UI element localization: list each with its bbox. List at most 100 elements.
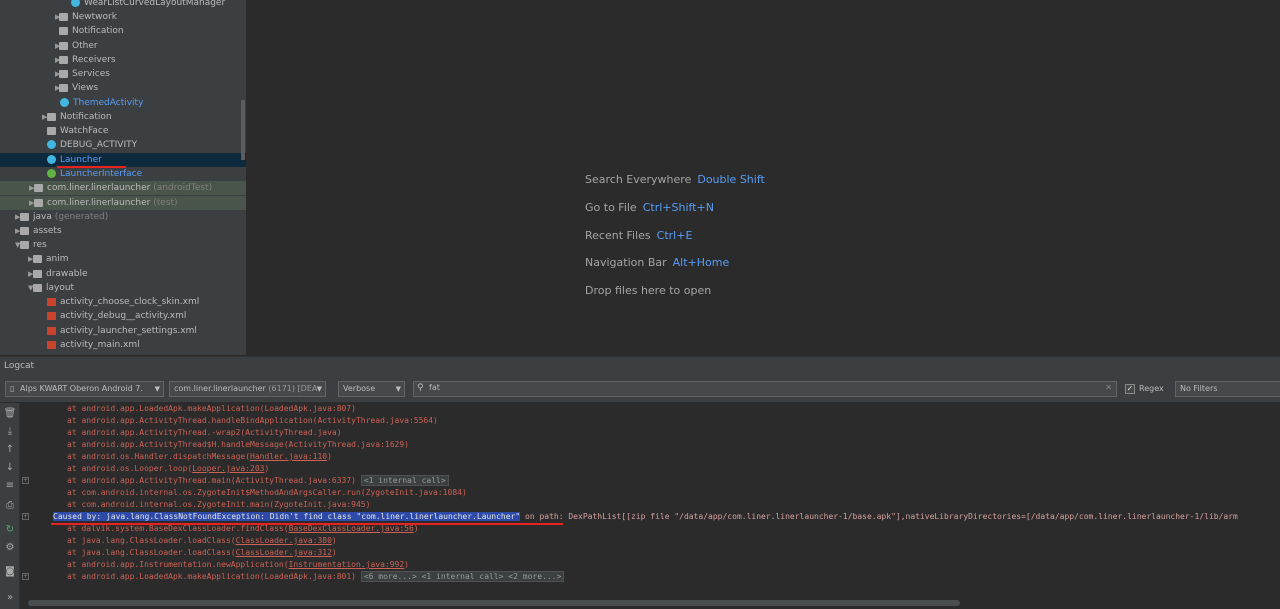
tree-row[interactable]: ▶ Notification [0, 110, 246, 124]
scroll-to-end-icon[interactable]: ⤓ [3, 425, 17, 439]
down-arrow-icon[interactable]: ↓ [3, 461, 17, 475]
camera-icon[interactable]: ◙ [3, 565, 17, 579]
folder-icon [34, 184, 43, 192]
tree-row[interactable]: ▶ java (generated) [0, 210, 246, 224]
tree-row-label: WearListCurvedLayoutManager [84, 0, 226, 8]
log-line: at android.app.Instrumentation.newApplic… [67, 560, 409, 569]
interface-icon [47, 169, 56, 178]
fold-toggle-icon[interactable]: + [22, 513, 29, 520]
tree-row[interactable]: ▶ Receivers [0, 53, 246, 67]
log-link[interactable]: Looper.java:203 [192, 464, 264, 473]
tree-row[interactable]: WatchFace [0, 124, 246, 138]
clear-icon[interactable]: ✕ [1105, 383, 1112, 392]
caused-by-rest: on path: DexPathList[[zip file "/data/ap… [520, 512, 1238, 521]
tree-row[interactable]: activity_debug__activity.xml [0, 309, 246, 323]
log-link[interactable]: BaseDexClassLoader.java:56 [289, 524, 414, 533]
tree-row-label: activity_launcher_settings.xml [60, 326, 197, 336]
chevron-down-icon: ▼ [154, 385, 160, 393]
project-tree-panel: WearListCurvedLayoutManager ▶ Newtwork Noti… [0, 0, 246, 355]
tree-row-label: activity_debug__activity.xml [60, 311, 187, 321]
tree-scrollbar[interactable] [241, 100, 245, 160]
log-link[interactable]: Handler.java:110 [250, 452, 327, 461]
folder-icon [59, 27, 68, 35]
tree-row[interactable]: ▶ drawable [0, 267, 246, 281]
tree-row[interactable]: ThemedActivity [0, 96, 246, 110]
tree-row[interactable]: ▶ Services [0, 67, 246, 81]
tree-row-label: assets [33, 226, 62, 236]
editor-hint: Go to File Ctrl+Shift+N [585, 201, 714, 214]
filter-selector[interactable]: No Filters [1175, 381, 1280, 397]
logcat-output[interactable]: at android.app.LoadedApk.makeApplication… [21, 403, 1280, 599]
tree-row[interactable]: ▼ res [0, 238, 246, 252]
tree-row-label: Launcher [60, 155, 102, 165]
fold-toggle-icon[interactable]: + [22, 477, 29, 484]
tree-row[interactable]: Launcher [0, 153, 246, 167]
tree-row[interactable]: activity_launcher_settings.xml [0, 324, 246, 338]
soft-wrap-icon[interactable]: ≡ [3, 479, 17, 493]
fold-toggle-icon[interactable]: + [22, 573, 29, 580]
tree-row-label: LauncherInterface [60, 169, 143, 179]
tree-row[interactable]: ▶ anim [0, 252, 246, 266]
folder-icon [20, 241, 29, 249]
process-selector[interactable]: com.liner.linerlauncher (6171) [DEA ▼ [169, 381, 326, 397]
trash-icon[interactable]: 🗑 [3, 407, 17, 421]
log-link[interactable]: Instrumentation.java:992 [289, 560, 405, 569]
process-selector-value: com.liner.linerlauncher [174, 384, 266, 393]
up-arrow-icon[interactable]: ↑ [3, 443, 17, 457]
folded-frames[interactable]: <6 more...> <1 internal call> <2 more...… [360, 571, 565, 582]
tree-row[interactable]: ▶ assets [0, 224, 246, 238]
chevron-down-icon: ▼ [395, 385, 401, 393]
editor-empty-area: Search Everywhere Double Shift Go to File C… [247, 0, 1280, 355]
log-link[interactable]: ClassLoader.java:380 [236, 536, 332, 545]
editor-hint-text: Navigation Bar [585, 256, 667, 269]
device-icon: ▯ [10, 384, 15, 393]
tree-row[interactable]: WearListCurvedLayoutManager [0, 0, 246, 10]
xml-file-icon [47, 341, 56, 349]
tree-row-label: java (generated) [33, 212, 109, 222]
regex-checkbox[interactable]: ✓ [1125, 384, 1135, 394]
print-icon[interactable]: ⎙ [3, 499, 17, 513]
editor-hint-text: Go to File [585, 201, 637, 214]
tree-row[interactable]: activity_choose_clock_skin.xml [0, 295, 246, 309]
tree-row-label: Newtwork [72, 12, 117, 22]
folder-icon [59, 13, 68, 21]
editor-hint-text: Search Everywhere [585, 173, 692, 186]
tree-row[interactable]: ▶ Views [0, 81, 246, 95]
xml-file-icon [47, 298, 56, 306]
gear-icon[interactable]: ⚙ [3, 541, 17, 555]
tree-row[interactable]: ▶ Newtwork [0, 10, 246, 24]
tree-row[interactable]: ▼ layout [0, 281, 246, 295]
folder-icon [47, 127, 56, 135]
tree-row-label: res [33, 240, 47, 250]
tree-row[interactable]: DEBUG_ACTIVITY [0, 138, 246, 152]
tree-row-label: DEBUG_ACTIVITY [60, 140, 138, 150]
device-selector[interactable]: ▯ Alps KWART Oberon Android 7. ▼ [5, 381, 164, 397]
folded-frames[interactable]: <1 internal call> [360, 475, 449, 486]
editor-hint: Navigation Bar Alt+Home [585, 256, 729, 269]
expand-icon[interactable]: » [3, 591, 17, 605]
search-icon: ⚲ [417, 383, 424, 393]
tree-row-suffix: (generated) [51, 212, 109, 222]
tree-row[interactable]: ▶ com.liner.linerlauncher (test) [0, 196, 246, 210]
log-link[interactable]: ClassLoader.java:312 [236, 548, 332, 557]
log-line: at java.lang.ClassLoader.loadClass(Class… [67, 536, 337, 545]
log-line: at com.android.internal.os.ZygoteInit$Me… [67, 488, 467, 497]
tree-row[interactable]: ▶ com.liner.linerlauncher (androidTest) [0, 181, 246, 195]
tree-row-label: Other [72, 41, 98, 51]
horizontal-scrollbar[interactable] [28, 600, 960, 606]
tree-row-label: ThemedActivity [73, 98, 144, 108]
tree-row[interactable]: activity_main.xml [0, 338, 246, 352]
restart-icon[interactable]: ↻ [3, 523, 17, 537]
folder-icon [59, 56, 68, 64]
tree-row[interactable]: LauncherInterface [0, 167, 246, 181]
folder-icon [33, 255, 42, 263]
log-line: at android.app.ActivityThread$H.handleMe… [67, 440, 409, 449]
logcat-search-input[interactable]: ⚲ fat ✕ [413, 381, 1117, 397]
filter-value: No Filters [1180, 384, 1218, 393]
log-level-selector[interactable]: Verbose ▼ [338, 381, 405, 397]
tree-row[interactable]: ▶ Other [0, 39, 246, 53]
tree-row-label: com.liner.linerlauncher (test) [47, 198, 178, 208]
caused-by-line: Caused by: java.lang.ClassNotFoundExcept… [53, 511, 1238, 523]
tree-row[interactable]: Notification [0, 24, 246, 38]
tree-row-label: Services [72, 69, 110, 79]
